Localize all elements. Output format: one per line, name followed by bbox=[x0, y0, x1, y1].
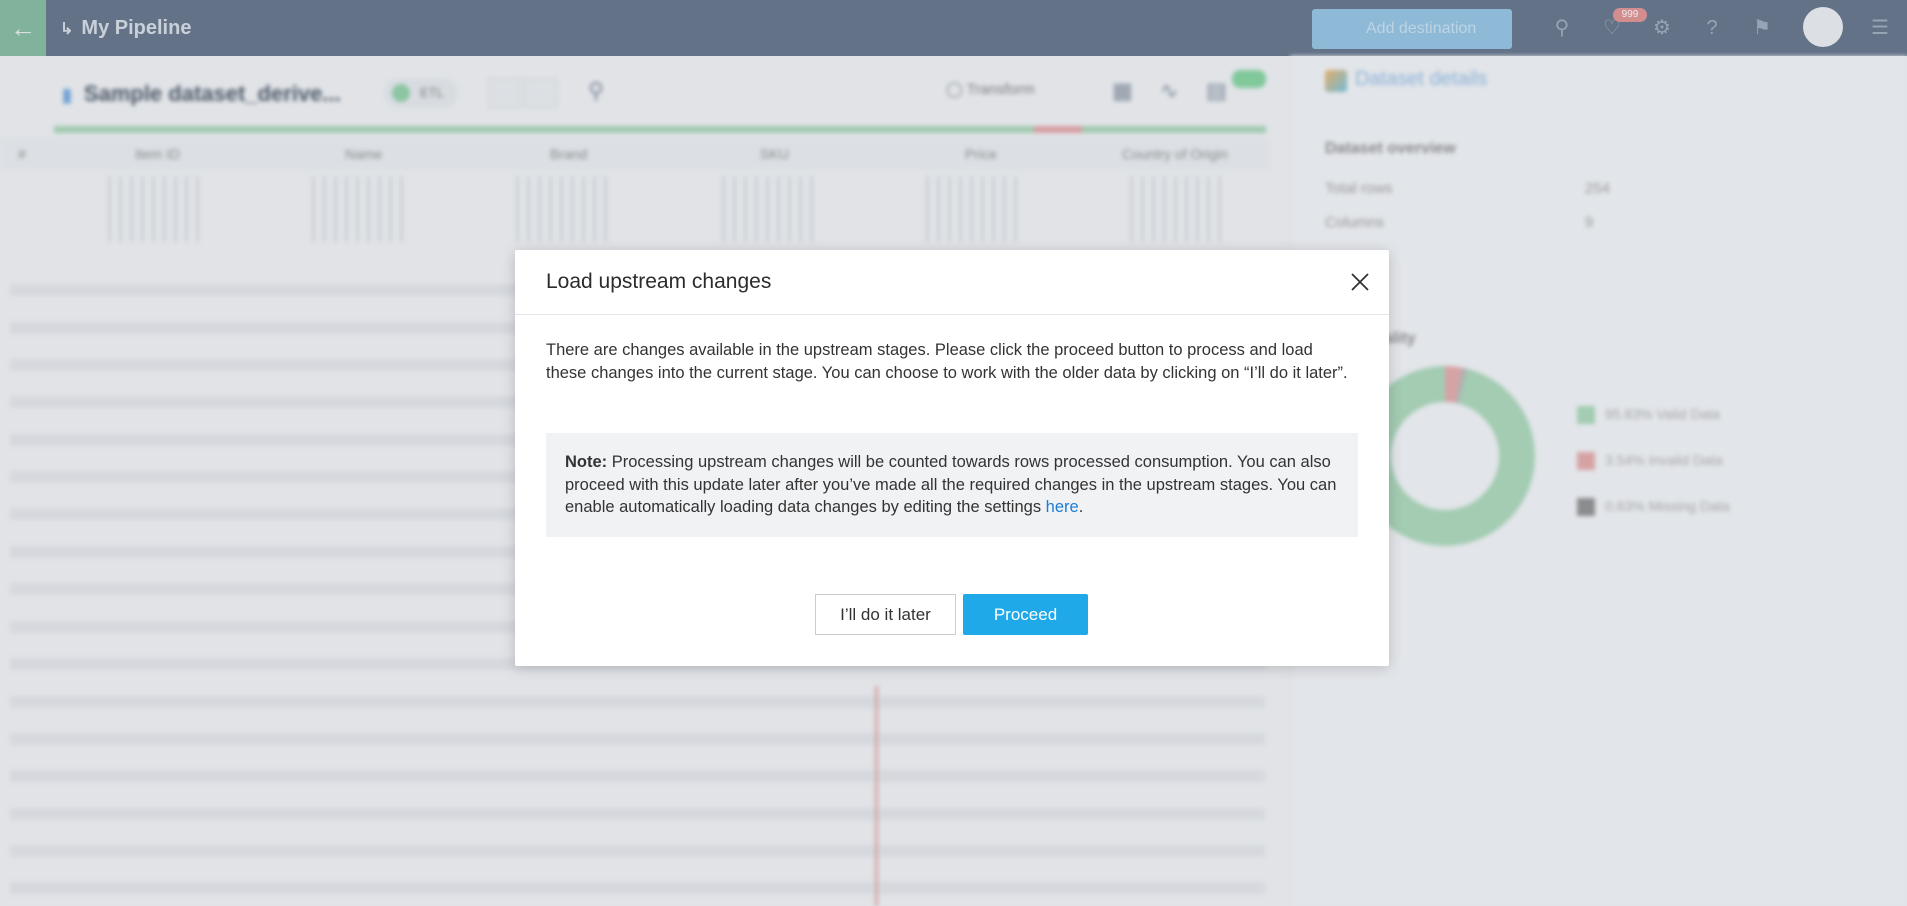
dialog-title: Load upstream changes bbox=[546, 270, 772, 293]
note-end: . bbox=[1078, 498, 1084, 516]
note-box: Note: Processing upstream changes will b… bbox=[546, 433, 1358, 537]
note-text: Processing upstream changes will be coun… bbox=[565, 453, 1337, 516]
settings-link[interactable]: here bbox=[1046, 498, 1079, 516]
dialog-header: Load upstream changes bbox=[515, 250, 1389, 315]
dialog-message: There are changes available in the upstr… bbox=[546, 341, 1348, 382]
do-it-later-button[interactable]: I’ll do it later bbox=[815, 594, 956, 635]
load-upstream-changes-dialog: Load upstream changes There are changes … bbox=[515, 250, 1389, 666]
note-label: Note: bbox=[565, 453, 608, 471]
close-icon[interactable] bbox=[1348, 270, 1372, 294]
proceed-button[interactable]: Proceed bbox=[963, 594, 1088, 635]
